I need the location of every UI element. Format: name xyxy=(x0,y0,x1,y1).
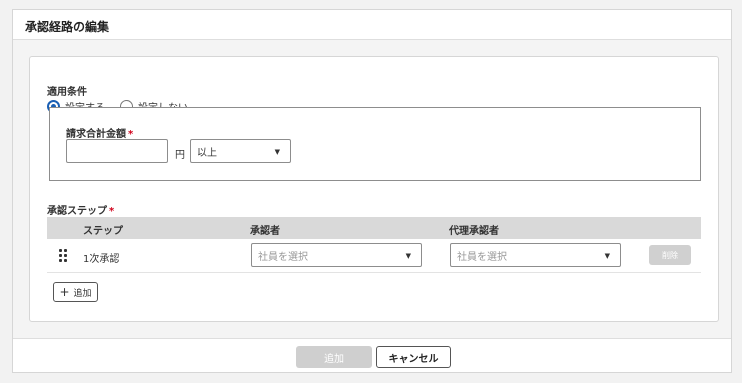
approver-placeholder: 社員を選択 xyxy=(258,251,308,263)
delete-step-button[interactable]: 削除 xyxy=(649,245,691,265)
add-step-button[interactable]: + 追加 xyxy=(53,282,98,302)
dialog-title: 承認経路の編集 xyxy=(25,20,110,34)
approver-select[interactable]: 社員を選択 ▼ xyxy=(251,243,422,267)
add-step-label: 追加 xyxy=(73,288,92,299)
required-mark: * xyxy=(109,206,115,217)
column-approver: 承認者 xyxy=(250,226,280,237)
caret-down-icon: ▼ xyxy=(274,148,280,156)
proxy-placeholder: 社員を選択 xyxy=(457,251,507,263)
plus-icon: + xyxy=(59,285,70,299)
amount-label: 請求合計金額 * xyxy=(66,129,134,140)
column-step: ステップ xyxy=(83,226,123,237)
column-proxy-approver: 代理承認者 xyxy=(449,226,499,237)
steps-table-header: ステップ 承認者 代理承認者 xyxy=(47,217,701,239)
step-name: 1次承認 xyxy=(83,254,120,265)
table-row: 1次承認 社員を選択 ▼ 社員を選択 ▼ 削除 xyxy=(47,239,701,273)
add-button[interactable]: 追加 xyxy=(296,346,372,368)
caret-down-icon: ▼ xyxy=(405,252,411,260)
dialog-header: 承認経路の編集 xyxy=(13,10,731,40)
conditions-label: 適用条件 xyxy=(47,87,87,98)
drag-handle-icon[interactable] xyxy=(59,249,69,263)
comparison-value: 以上 xyxy=(197,147,217,159)
comparison-select[interactable]: 以上 ▼ xyxy=(190,139,291,163)
amount-input[interactable] xyxy=(66,139,168,163)
dialog-footer: 追加 キャンセル xyxy=(13,338,731,372)
approval-route-dialog: 承認経路の編集 適用条件 設定する 設定しない 請求合計金額* 円 以上 ▼ 承… xyxy=(12,9,732,373)
steps-label: 承認ステップ * xyxy=(47,206,115,217)
proxy-approver-select[interactable]: 社員を選択 ▼ xyxy=(450,243,621,267)
condition-box: 請求合計金額 * 円 以上 ▼ xyxy=(49,107,701,181)
cancel-button[interactable]: キャンセル xyxy=(376,346,451,368)
form-card: 適用条件 設定する 設定しない 請求合計金額* 円 以上 ▼ 承認ステップ* ス… xyxy=(29,56,719,322)
caret-down-icon: ▼ xyxy=(604,252,610,260)
yen-unit: 円 xyxy=(175,150,185,161)
